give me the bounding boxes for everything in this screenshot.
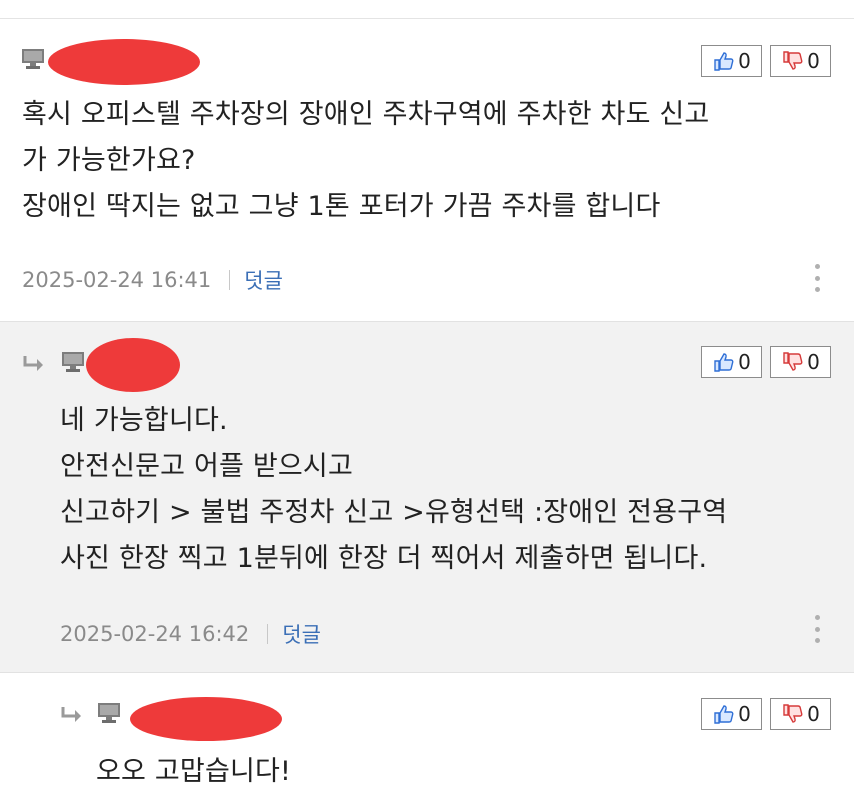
comment-line: 안전신문고 어플 받으시고 xyxy=(60,451,354,482)
comment-line: 사진 한장 찍고 1분뒤에 한장 더 찍어서 제출하면 됩니다. xyxy=(60,543,708,574)
comment-body: 혹시 오피스텔 주차장의 장애인 주차구역에 주차한 차도 신고 가 가능한가요… xyxy=(22,92,709,230)
downvote-button[interactable]: 0 xyxy=(770,698,831,730)
reply-arrow-icon xyxy=(61,707,81,722)
downvote-count: 0 xyxy=(807,702,820,726)
meta-divider xyxy=(267,624,269,644)
vote-group: 0 0 xyxy=(701,45,831,77)
comment-meta: 2025-02-24 16:42 덧글 xyxy=(60,619,321,649)
upvote-count: 0 xyxy=(738,350,751,374)
reply-comment-item: 0 0 오오 고맙습니다! xyxy=(0,673,854,789)
upvote-count: 0 xyxy=(738,49,751,73)
downvote-button[interactable]: 0 xyxy=(770,45,831,77)
upvote-button[interactable]: 0 xyxy=(701,45,762,77)
upvote-button[interactable]: 0 xyxy=(701,698,762,730)
comment-timestamp: 2025-02-24 16:42 xyxy=(60,622,250,646)
reply-comment-item: 0 0 네 가능합니다. 안전신문고 어플 받으시고 신고하기 > 불법 주정차… xyxy=(0,321,854,673)
comment-line: 네 가능합니다. xyxy=(60,405,228,436)
vote-group: 0 0 xyxy=(701,698,831,730)
reply-arrow-icon xyxy=(23,356,43,371)
upvote-count: 0 xyxy=(738,702,751,726)
thumbs-up-icon xyxy=(714,52,734,71)
downvote-count: 0 xyxy=(807,350,820,374)
vote-group: 0 0 xyxy=(701,346,831,378)
comment-line: 장애인 딱지는 없고 그냥 1톤 포터가 가끔 주차를 합니다 xyxy=(22,191,661,222)
comment-meta: 2025-02-24 16:41 덧글 xyxy=(22,265,283,295)
desktop-pc-icon xyxy=(22,49,44,69)
comment-line: 신고하기 > 불법 주정차 신고 >유형선택 :장애인 전용구역 xyxy=(60,497,728,528)
downvote-button[interactable]: 0 xyxy=(770,346,831,378)
downvote-count: 0 xyxy=(807,49,820,73)
more-vertical-icon[interactable] xyxy=(814,264,820,292)
thumbs-down-icon xyxy=(783,352,803,371)
comment-line: 혹시 오피스텔 주차장의 장애인 주차구역에 주차한 차도 신고 xyxy=(22,99,710,130)
author-name-redacted xyxy=(130,697,282,741)
comment-timestamp: 2025-02-24 16:41 xyxy=(22,268,212,292)
comment-line: 오오 고맙습니다! xyxy=(96,756,292,787)
author-name-redacted xyxy=(48,39,200,85)
comment-body: 오오 고맙습니다! xyxy=(96,749,291,789)
reply-link[interactable]: 덧글 xyxy=(282,619,321,649)
more-vertical-icon[interactable] xyxy=(814,615,820,643)
thumbs-down-icon xyxy=(783,704,803,723)
thumbs-up-icon xyxy=(714,353,734,372)
reply-link[interactable]: 덧글 xyxy=(244,265,283,295)
thumbs-up-icon xyxy=(714,705,734,724)
meta-divider xyxy=(229,270,231,290)
comment-line: 가 가능한가요? xyxy=(22,145,196,176)
thumbs-down-icon xyxy=(783,51,803,70)
desktop-pc-icon xyxy=(62,352,84,372)
comment-item: 0 0 혹시 오피스텔 주차장의 장애인 주차구역에 주차한 차도 신고 가 가… xyxy=(0,19,854,321)
desktop-pc-icon xyxy=(98,703,120,723)
upvote-button[interactable]: 0 xyxy=(701,346,762,378)
author-name-redacted xyxy=(86,338,180,392)
comment-body: 네 가능합니다. 안전신문고 어플 받으시고 신고하기 > 불법 주정차 신고 … xyxy=(60,398,727,582)
